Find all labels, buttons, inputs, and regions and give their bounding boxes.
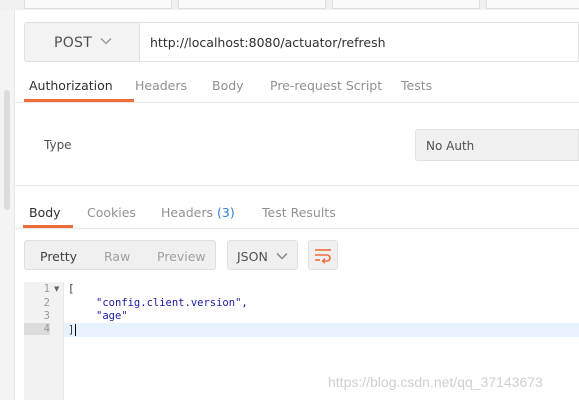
scrollbar-thumb[interactable]	[4, 90, 10, 210]
format-label: JSON	[237, 249, 268, 264]
chevron-down-icon	[100, 37, 112, 45]
request-url-bar: POST http://localhost:8080/actuator/refr…	[24, 22, 579, 62]
watermark-text: https://blog.csdn.net/qq_37143673	[328, 374, 543, 390]
active-line-highlight	[64, 323, 579, 337]
pretty-button[interactable]: Pretty	[40, 249, 77, 264]
request-tab[interactable]	[332, 0, 480, 9]
tab-response-headers[interactable]: Headers (3)	[161, 205, 235, 220]
authorization-panel: Type No Auth	[14, 103, 579, 186]
top-tab-strip	[0, 0, 579, 10]
line-number: 2	[43, 297, 50, 309]
text-cursor	[75, 324, 76, 336]
auth-type-label: Type	[44, 138, 72, 152]
wrap-lines-icon	[315, 249, 331, 264]
line-number: 3	[43, 310, 50, 322]
format-select[interactable]: JSON	[227, 240, 298, 270]
auth-type-select[interactable]: No Auth	[415, 129, 579, 161]
tab-authorization[interactable]: Authorization	[29, 78, 113, 93]
preview-button[interactable]: Preview	[157, 249, 206, 264]
request-tab[interactable]	[178, 0, 326, 9]
response-tabs: Body Cookies Headers (3) Test Results	[14, 196, 579, 229]
active-tab-indicator	[24, 99, 134, 102]
fold-arrow-icon[interactable]: ▼	[54, 285, 59, 293]
line-number: 4	[24, 323, 50, 335]
request-tabs: Authorization Headers Body Pre-request S…	[14, 70, 579, 103]
tab-response-body[interactable]: Body	[29, 205, 61, 220]
code-line: [	[68, 283, 75, 295]
left-scrollbar[interactable]	[0, 10, 15, 400]
raw-button[interactable]: Raw	[104, 249, 130, 264]
line-number: 1	[43, 283, 50, 295]
tab-headers[interactable]: Headers	[135, 78, 187, 93]
method-label: POST	[54, 35, 93, 51]
code-line: "config.client.version",	[96, 297, 248, 309]
auth-type-value: No Auth	[426, 139, 475, 153]
request-tab[interactable]	[24, 0, 172, 9]
code-line: "age"	[96, 310, 128, 322]
wrap-lines-button[interactable]	[308, 240, 338, 270]
tab-test-results[interactable]: Test Results	[262, 205, 336, 220]
method-select[interactable]: POST	[24, 22, 140, 62]
code-line: ]	[68, 324, 75, 336]
view-mode-group: Pretty Raw Preview	[24, 240, 216, 270]
url-value: http://localhost:8080/actuator/refresh	[150, 35, 386, 50]
active-response-tab-indicator	[23, 225, 73, 228]
chevron-down-icon	[276, 252, 288, 260]
tab-pre-request-script[interactable]: Pre-request Script	[270, 78, 382, 93]
request-tab[interactable]	[486, 0, 579, 9]
tab-body[interactable]: Body	[212, 78, 244, 93]
headers-count-badge: (3)	[217, 205, 235, 220]
url-input[interactable]: http://localhost:8080/actuator/refresh	[140, 22, 579, 62]
tab-cookies[interactable]: Cookies	[87, 205, 136, 220]
tab-tests[interactable]: Tests	[401, 78, 432, 93]
response-headers-label: Headers	[161, 205, 214, 220]
response-toolbar: Pretty Raw Preview JSON	[24, 240, 579, 272]
